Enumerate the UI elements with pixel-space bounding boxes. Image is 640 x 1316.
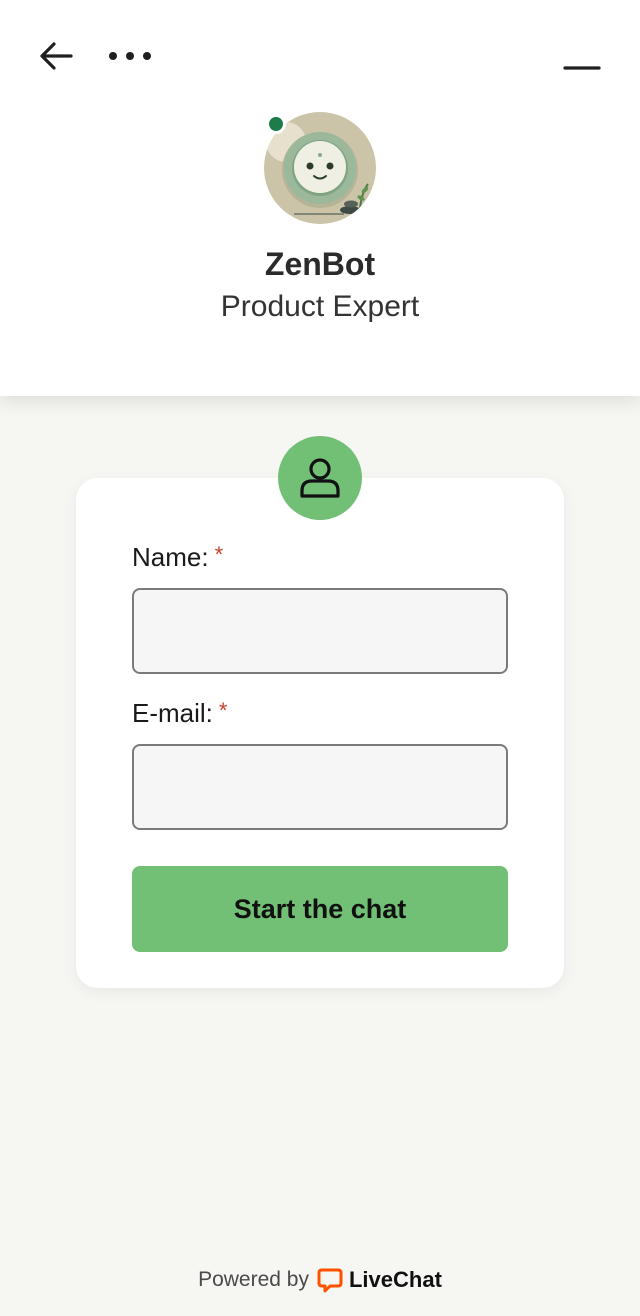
name-field-label: Name: * bbox=[132, 542, 223, 573]
more-horizontal-icon bbox=[109, 52, 151, 60]
livechat-brand-name: LiveChat bbox=[348, 1267, 442, 1292]
email-field-label: E-mail: * bbox=[132, 698, 227, 729]
powered-by-footer: Powered by LiveChat bbox=[0, 1262, 640, 1298]
name-label-text: Name: bbox=[132, 542, 209, 572]
user-icon bbox=[300, 458, 340, 498]
required-asterisk: * bbox=[214, 542, 224, 567]
livechat-logo-icon bbox=[317, 1268, 343, 1293]
powered-by-text: Powered by bbox=[198, 1268, 309, 1291]
minimize-icon bbox=[563, 66, 601, 70]
chat-widget: ZenBot Product Expert Name: * E-mail: * St… bbox=[0, 0, 640, 1316]
arrow-left-icon bbox=[40, 42, 73, 70]
agent-role: Product Expert bbox=[220, 290, 420, 323]
more-options-button[interactable] bbox=[104, 34, 156, 78]
agent-avatar-container bbox=[264, 112, 376, 224]
email-input[interactable] bbox=[132, 744, 508, 830]
livechat-link[interactable]: LiveChat bbox=[317, 1267, 442, 1293]
user-badge bbox=[278, 436, 362, 520]
minimize-button[interactable] bbox=[556, 46, 608, 90]
online-status-indicator bbox=[266, 114, 286, 134]
email-label-text: E-mail: bbox=[132, 698, 213, 728]
name-input[interactable] bbox=[132, 588, 508, 674]
back-button[interactable] bbox=[32, 34, 80, 78]
chat-header: ZenBot Product Expert bbox=[0, 0, 640, 396]
required-asterisk: * bbox=[218, 698, 228, 723]
agent-name: ZenBot bbox=[264, 246, 376, 282]
start-chat-button[interactable]: Start the chat bbox=[132, 866, 508, 952]
